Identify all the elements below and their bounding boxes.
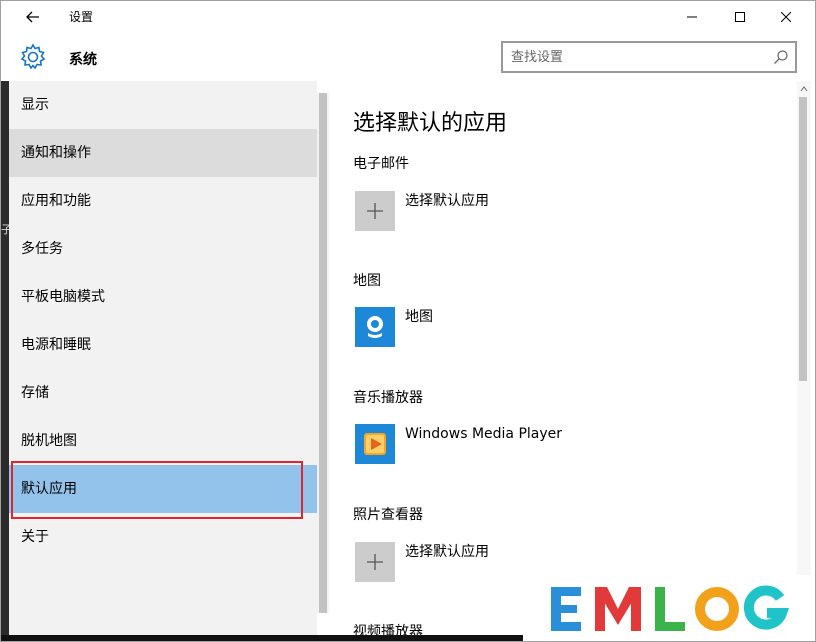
emlog-logo-icon [551, 585, 790, 631]
minimize-icon [687, 16, 697, 18]
content-scrollbar-thumb[interactable] [799, 97, 807, 381]
maps-icon [355, 307, 395, 347]
close-icon [781, 12, 791, 22]
maximize-icon [735, 12, 745, 22]
content-scrollbar[interactable] [797, 81, 811, 641]
search-input[interactable] [511, 48, 761, 66]
music-app-name: Windows Media Player [405, 426, 563, 442]
email-app-name: 选择默认应用 [405, 193, 489, 209]
section-label-photos: 照片查看器 [353, 507, 423, 523]
section-label-email: 电子邮件 [353, 156, 409, 172]
sidebar-item-notifications[interactable]: 通知和操作 [9, 129, 317, 177]
media-player-icon [355, 424, 395, 464]
sidebar-nav: 显示 通知和操作 应用和功能 多任务 平板电脑模式 电源和睡眠 存储 脱机地图 … [9, 81, 317, 641]
sidebar-item-display[interactable]: 显示 [9, 81, 317, 129]
sidebar-item-offline-maps[interactable]: 脱机地图 [9, 417, 317, 465]
sidebar-item-storage[interactable]: 存储 [9, 369, 317, 417]
back-arrow-icon [26, 11, 39, 23]
close-button[interactable] [763, 1, 809, 33]
emlog-watermark-logo [523, 575, 815, 641]
annotation-highlight-box [11, 461, 303, 519]
plus-icon [355, 191, 395, 231]
title-bar: 设置 [1, 1, 815, 33]
email-app-picker[interactable]: 选择默认应用 [355, 191, 489, 231]
settings-window: 设置 系统 子 显示 通知和操 [0, 0, 816, 642]
main-content: 选择默认的应用 电子邮件 选择默认应用 地图 地图 音乐播放器 Windows … [329, 81, 797, 641]
gear-icon [20, 43, 46, 70]
maps-app-picker[interactable]: 地图 [355, 307, 433, 347]
plus-icon [355, 542, 395, 582]
maximize-button[interactable] [717, 1, 763, 33]
photos-app-name: 选择默认应用 [405, 544, 489, 560]
taskbar-fragment [1, 635, 523, 641]
sidebar-item-power-sleep[interactable]: 电源和睡眠 [9, 321, 317, 369]
desktop-background: 子 [1, 81, 12, 641]
content-title: 选择默认的应用 [353, 111, 508, 136]
search-icon[interactable] [773, 49, 789, 65]
back-button[interactable] [15, 5, 51, 29]
sidebar-scrollbar[interactable] [317, 93, 329, 613]
sidebar-item-tablet-mode[interactable]: 平板电脑模式 [9, 273, 317, 321]
section-label-music: 音乐播放器 [353, 390, 423, 406]
settings-header: 系统 [1, 33, 815, 81]
photos-app-picker[interactable]: 选择默认应用 [355, 542, 489, 582]
section-label-maps: 地图 [353, 273, 381, 289]
maps-app-name: 地图 [405, 309, 433, 325]
sidebar-scrollbar-thumb[interactable] [319, 93, 327, 613]
page-title: 系统 [69, 52, 97, 68]
window-title: 设置 [69, 10, 94, 24]
sidebar-item-apps-features[interactable]: 应用和功能 [9, 177, 317, 225]
music-app-picker[interactable]: Windows Media Player [355, 424, 562, 464]
sidebar-item-about[interactable]: 关于 [9, 513, 317, 561]
search-box[interactable] [501, 41, 797, 73]
sidebar-item-multitasking[interactable]: 多任务 [9, 225, 317, 273]
scroll-up-arrow-icon[interactable] [800, 85, 808, 93]
minimize-button[interactable] [669, 1, 715, 33]
